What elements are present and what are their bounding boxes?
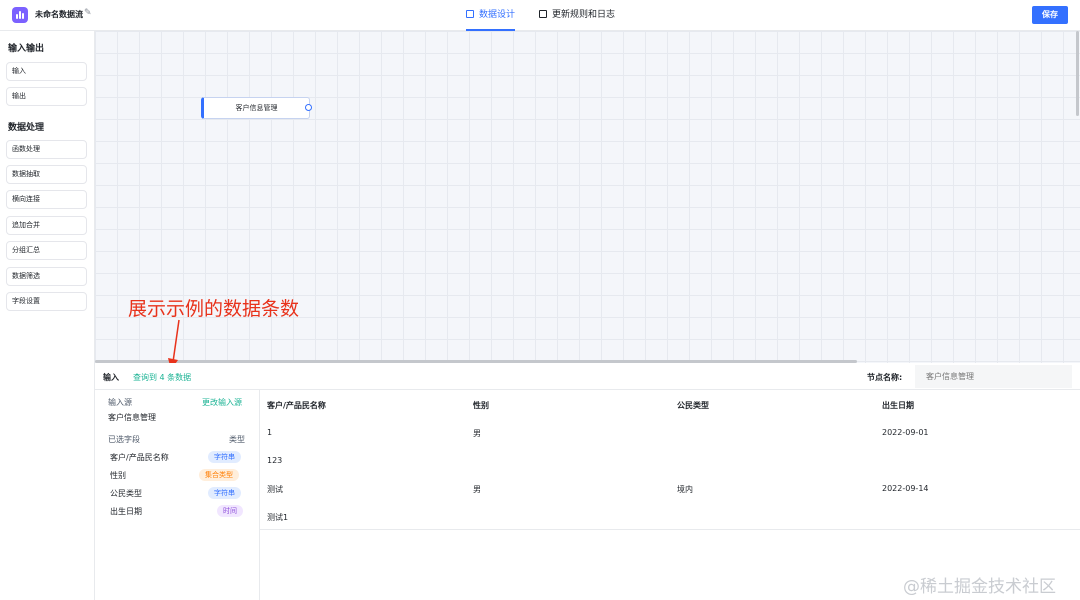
column-header: 性别 [473,401,489,410]
table-cell: 男 [473,429,481,438]
query-result-count: 查询到 4 条数据 [133,373,192,382]
field-name: 客户/产品民名称 [110,453,169,462]
tab-data-design[interactable]: 数据设计 [466,0,516,31]
source-label: 输入源 [108,398,132,407]
top-bar: 未命名数据流 ✎ 数据设计 更新规则和日志 保存 [0,0,1080,31]
annotation-text: 展示示例的数据条数 [128,298,300,320]
sidebar-item-field-settings[interactable]: 字段设置 [6,292,87,311]
save-button[interactable]: 保存 [1032,6,1068,24]
edit-icon[interactable]: ✎ [84,8,92,18]
source-value: 客户信息管理 [108,413,156,422]
table-cell: 境内 [677,485,693,494]
field-type-badge: 时间 [217,505,243,517]
sidebar-item-filter[interactable]: 数据筛选 [6,267,87,286]
tab-update-rules[interactable]: 更新规则和日志 [539,0,615,31]
table-cell: 测试 [267,485,283,494]
sidebar-item-extract[interactable]: 数据抽取 [6,165,87,184]
field-name: 性别 [110,471,126,480]
field-type-badge: 集合类型 [199,469,239,481]
tab-label: 更新规则和日志 [552,10,616,20]
field-name: 出生日期 [110,507,142,516]
design-icon [466,10,474,18]
log-icon [539,10,547,18]
watermark: @稀土掘金技术社区 [903,577,1056,597]
type-label: 类型 [229,435,245,444]
section-title-processing: 数据处理 [8,123,45,133]
selected-fields-label: 已选字段 [108,435,140,444]
column-header: 客户/产品民名称 [267,401,326,410]
sidebar-item-output[interactable]: 输出 [6,87,87,106]
section-title-io: 输入输出 [8,44,45,54]
table-cell: 1 [267,428,273,437]
field-type-badge: 字符串 [208,451,241,463]
table-cell: 测试1 [267,513,289,522]
table-cell: 男 [473,485,481,494]
node-output-port[interactable] [305,104,312,111]
field-name: 公民类型 [110,489,142,498]
column-header: 公民类型 [677,401,709,410]
change-source-link[interactable]: 更改输入源 [202,397,242,408]
sidebar-item-append[interactable]: 追加合并 [6,216,87,235]
table-cell: 2022-09-01 [882,428,929,437]
sidebar-item-input[interactable]: 输入 [6,62,87,81]
flow-node[interactable]: 客户信息管理 [201,97,310,119]
tab-label: 数据设计 [479,10,516,20]
flow-title: 未命名数据流 [35,10,83,19]
field-type-badge: 字符串 [208,487,241,499]
app-logo-icon [12,7,28,23]
node-name-label: 节点名称: [867,373,903,382]
node-name-input[interactable] [915,365,1072,388]
sidebar-item-group[interactable]: 分组汇总 [6,241,87,260]
column-header: 出生日期 [882,401,914,410]
bottom-tab-input[interactable]: 输入 [103,372,119,383]
canvas-vertical-scrollbar[interactable] [1076,31,1079,116]
table-cell: 123 [267,456,283,465]
table-cell: 2022-09-14 [882,484,929,493]
bottom-panel-header: 输入 查询到 4 条数据 节点名称: [95,363,1080,390]
fields-panel: 输入源 更改输入源 客户信息管理 已选字段 类型 客户/产品民名称 字符串 性别… [95,390,260,600]
sidebar-item-join[interactable]: 横向连接 [6,190,87,209]
table-divider [260,529,1080,530]
sidebar-item-function[interactable]: 函数处理 [6,140,87,159]
operator-sidebar: 输入输出 输入 输出 数据处理 函数处理 数据抽取 横向连接 追加合并 分组汇总… [0,31,95,600]
